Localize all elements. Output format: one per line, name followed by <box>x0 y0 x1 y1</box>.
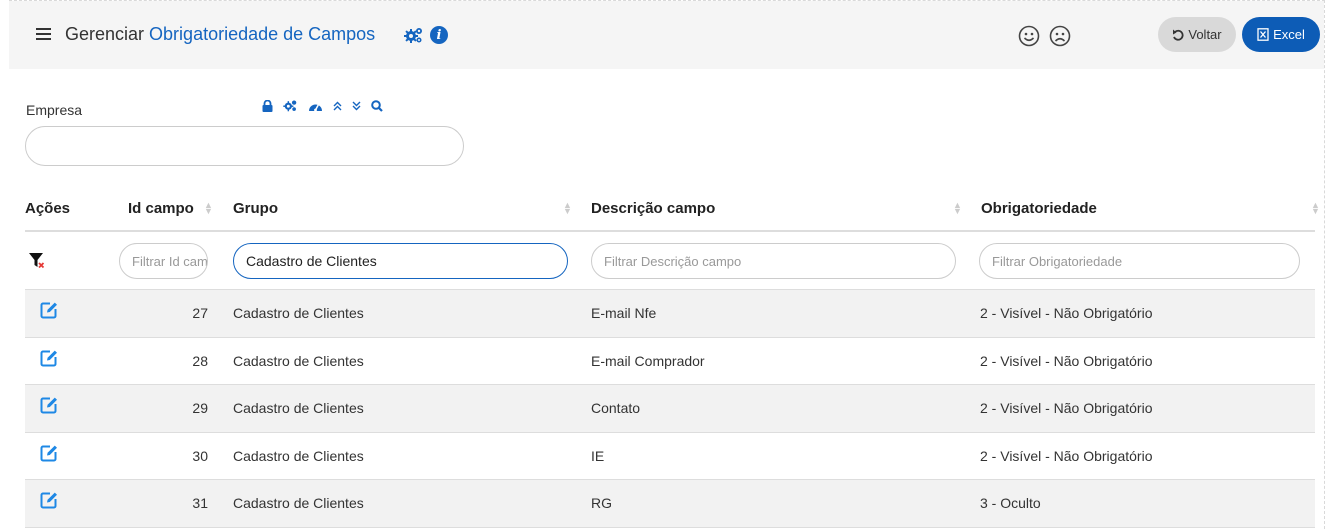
undo-icon <box>1173 29 1184 41</box>
sad-face-icon[interactable] <box>1049 25 1071 47</box>
cell-descricao-campo: E-mail Nfe <box>591 305 657 321</box>
voltar-button[interactable]: Voltar <box>1158 17 1236 52</box>
cell-obrigatoriedade: 3 - Oculto <box>980 495 1041 511</box>
cell-obrigatoriedade: 2 - Visível - Não Obrigatório <box>980 352 1153 369</box>
col-descricao-campo[interactable]: Descrição campo <box>591 200 715 217</box>
table-row: 31 Cadastro de Clientes RG 3 - Oculto <box>25 480 1315 528</box>
chevrons-down-icon[interactable] <box>352 101 361 111</box>
file-excel-icon <box>1257 28 1269 41</box>
empresa-toolbar <box>262 99 383 112</box>
cell-grupo: Cadastro de Clientes <box>233 400 364 416</box>
data-table: Ações Id campo ▲ ▼ Grupo ▲ ▼ Descrição cam… <box>25 186 1320 528</box>
cell-id-campo: 31 <box>192 495 208 511</box>
obrigatoriedade-filter-input[interactable]: Filtrar Obrigatoriedade <box>979 243 1300 279</box>
chevrons-up-icon[interactable] <box>333 101 342 111</box>
edit-icon[interactable] <box>40 491 58 509</box>
title-prefix: Gerenciar <box>65 24 145 44</box>
cell-descricao-campo: RG <box>591 495 612 511</box>
table-row: 27 Cadastro de Clientes E-mail Nfe 2 - Visí… <box>25 290 1315 338</box>
cell-descricao-campo: IE <box>591 447 605 464</box>
cell-id-campo: 27 <box>192 305 208 321</box>
table-row: 29 Cadastro de Clientes Contato 2 - Visível… <box>25 385 1315 433</box>
page-header: Gerenciar Obrigatoriedade de Campos i Vo… <box>9 1 1324 69</box>
cell-obrigatoriedade: 2 - Visível - Não Obrigatório <box>980 400 1153 416</box>
empresa-input[interactable] <box>25 126 464 166</box>
cell-descricao-campo: Contato <box>591 400 641 416</box>
tachometer-icon[interactable] <box>308 100 323 112</box>
cell-grupo: Cadastro de Clientes <box>233 495 364 511</box>
page-title: Gerenciar Obrigatoriedade de Campos <box>65 24 375 45</box>
cell-grupo: Cadastro de Clientes <box>233 305 364 321</box>
lock-icon[interactable] <box>262 99 273 112</box>
id-campo-filter-input[interactable]: Filtrar Id campo <box>119 243 208 279</box>
cogs-icon[interactable] <box>404 26 424 44</box>
menu-icon[interactable] <box>36 28 51 40</box>
cell-obrigatoriedade: 2 - Visível - Não Obrigatório <box>980 447 1153 464</box>
excel-button[interactable]: Excel <box>1242 17 1320 52</box>
table-header: Ações Id campo ▲ ▼ Grupo ▲ ▼ Descrição cam… <box>25 186 1320 232</box>
edit-icon[interactable] <box>40 444 58 462</box>
edit-icon[interactable] <box>40 396 58 414</box>
empresa-label: Empresa <box>26 102 83 118</box>
happy-face-icon[interactable] <box>1018 25 1040 47</box>
title-accent: Obrigatoriedade de Campos <box>149 24 376 44</box>
sort-icon[interactable]: ▲ ▼ <box>953 201 962 216</box>
cogs-icon[interactable] <box>283 99 298 112</box>
col-id-campo[interactable]: Id campo <box>128 200 194 217</box>
descricao-campo-filter-input[interactable]: Filtrar Descrição campo <box>591 243 956 279</box>
cell-grupo: Cadastro de Clientes <box>233 447 364 464</box>
table-row: 30 Cadastro de Clientes IE 2 - Visível - Nã… <box>25 433 1315 480</box>
info-icon[interactable]: i <box>430 26 448 44</box>
col-obrigatoriedade[interactable]: Obrigatoriedade <box>981 200 1097 217</box>
sort-icon[interactable]: ▲ ▼ <box>204 201 213 216</box>
cell-grupo: Cadastro de Clientes <box>233 352 364 369</box>
clear-filter-icon[interactable] <box>29 253 47 269</box>
excel-label: Excel <box>1273 27 1305 42</box>
cell-id-campo: 29 <box>192 400 208 416</box>
cell-descricao-campo: E-mail Comprador <box>591 352 705 369</box>
cell-id-campo: 30 <box>192 447 208 464</box>
col-acoes: Ações <box>25 200 71 217</box>
voltar-label: Voltar <box>1188 27 1222 42</box>
edit-icon[interactable] <box>40 349 58 367</box>
table-row: 28 Cadastro de Clientes E-mail Comprador 2 … <box>25 338 1315 385</box>
sort-icon[interactable]: ▲ ▼ <box>563 201 572 216</box>
cell-id-campo: 28 <box>192 352 208 369</box>
grupo-filter-input[interactable]: Cadastro de Clientes <box>233 243 568 279</box>
table-body: 27 Cadastro de Clientes E-mail Nfe 2 - Visí… <box>25 290 1315 528</box>
sort-icon[interactable]: ▲ ▼ <box>1311 201 1320 216</box>
filter-row: Filtrar Id campo Cadastro de Clientes Fi… <box>25 232 1315 290</box>
col-grupo[interactable]: Grupo <box>233 200 278 217</box>
edit-icon[interactable] <box>40 301 58 319</box>
search-icon[interactable] <box>371 99 383 112</box>
cell-obrigatoriedade: 2 - Visível - Não Obrigatório <box>980 305 1153 321</box>
